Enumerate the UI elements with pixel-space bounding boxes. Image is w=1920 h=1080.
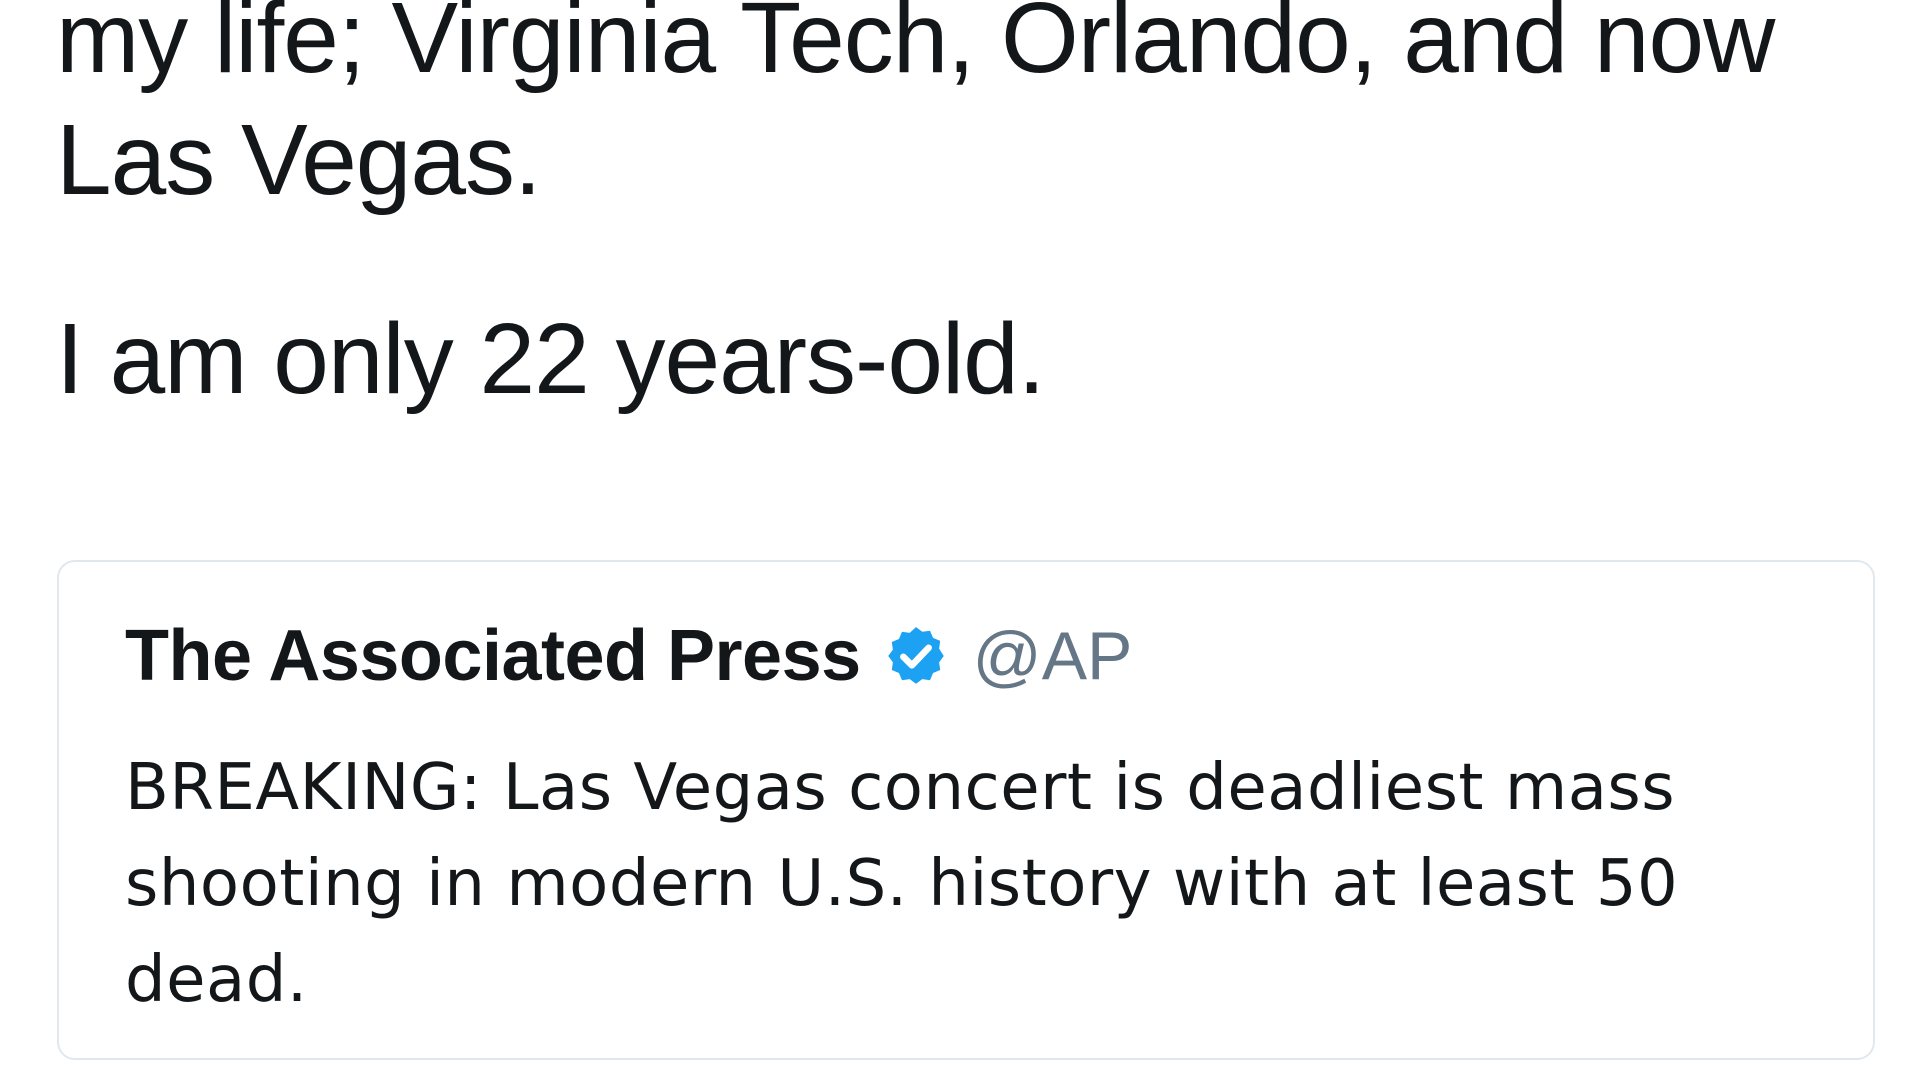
- quoted-tweet-text: BREAKING: Las Vegas concert is deadliest…: [125, 751, 1679, 1017]
- quoted-tweet-header: The Associated Press @AP: [125, 620, 1132, 692]
- tweet-text-line: I am only 22 years-old.: [56, 303, 1046, 415]
- quoted-author-name[interactable]: The Associated Press: [125, 620, 861, 692]
- tweet-text-line: Las Vegas.: [56, 104, 542, 216]
- quoted-tweet-card[interactable]: The Associated Press @AP BREAKING: Las V…: [57, 560, 1875, 1060]
- tweet-text-line: my life; Virginia Tech, Orlando, and now: [56, 0, 1775, 94]
- verified-badge-icon: [883, 623, 949, 689]
- quoted-author-handle[interactable]: @AP: [973, 622, 1133, 690]
